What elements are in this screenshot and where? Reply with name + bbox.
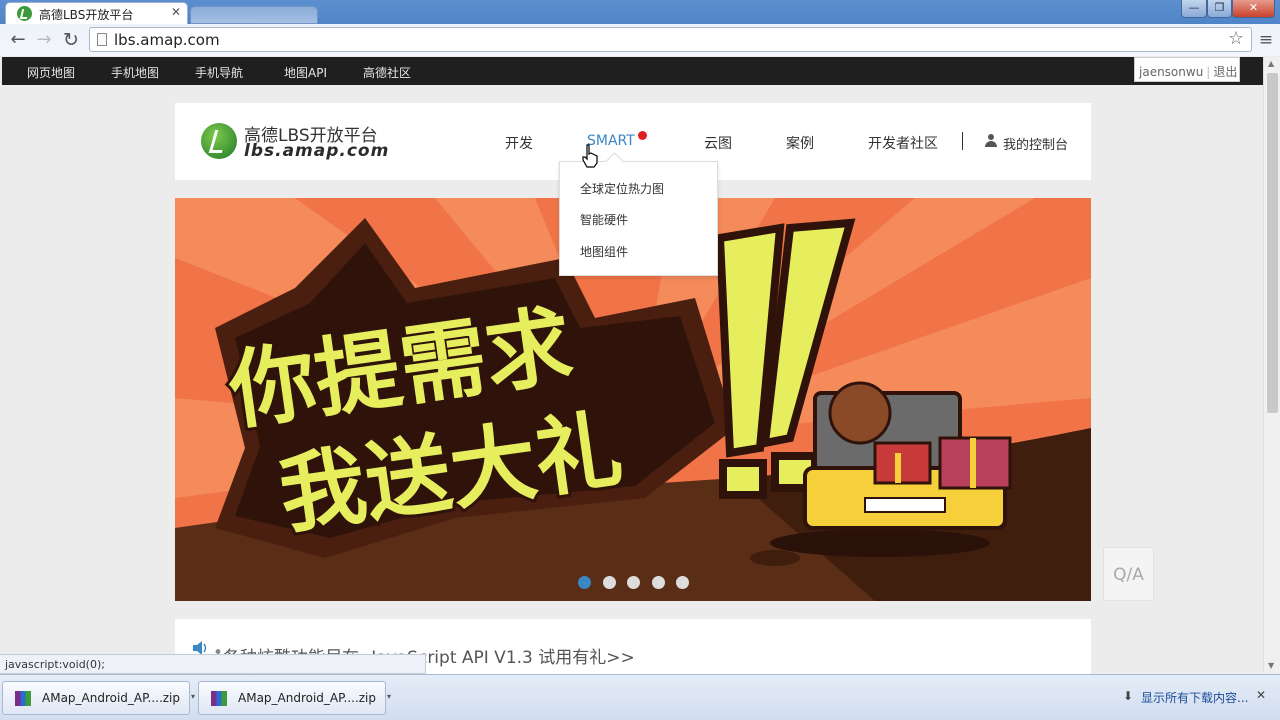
- download-item-1[interactable]: AMap_Android_AP....zip ▾: [2, 681, 195, 715]
- reload-icon[interactable]: ↻: [59, 28, 83, 52]
- scroll-thumb[interactable]: [1267, 73, 1278, 413]
- carousel-dot[interactable]: [627, 576, 640, 589]
- scroll-up-icon[interactable]: ▲: [1268, 59, 1274, 68]
- window-maximize-button[interactable]: ❐: [1207, 0, 1232, 18]
- window-close-button[interactable]: ✕: [1232, 0, 1275, 18]
- qa-button[interactable]: Q/A: [1103, 547, 1154, 601]
- bookmark-star-icon[interactable]: ☆: [1228, 28, 1244, 49]
- topbar-link-mobile-map[interactable]: 手机地图: [111, 64, 159, 81]
- archive-file-icon: [15, 691, 31, 706]
- archive-file-icon: [211, 691, 227, 706]
- user-box: jaensonwu | 退出: [1134, 57, 1240, 82]
- username-link[interactable]: jaensonwu: [1139, 65, 1203, 79]
- tab-active[interactable]: 高德LBS开放平台 ✕: [5, 2, 188, 24]
- nav-dev-community[interactable]: 开发者社区: [868, 133, 938, 153]
- tab-close-icon[interactable]: ✕: [171, 5, 181, 19]
- nav-develop[interactable]: 开发: [505, 133, 533, 153]
- carousel-dot[interactable]: [651, 576, 665, 589]
- back-arrow-icon[interactable]: ←: [6, 28, 30, 52]
- tab-title: 高德LBS开放平台: [39, 8, 134, 22]
- browser-menu-icon[interactable]: ≡: [1254, 28, 1278, 52]
- carousel-dot[interactable]: [578, 576, 591, 589]
- page-scrollbar[interactable]: ▲ ▼: [1263, 57, 1280, 672]
- forward-arrow-icon[interactable]: →: [32, 28, 56, 52]
- user-separator: |: [1206, 65, 1211, 79]
- logo-domain[interactable]: lbs.amap.com: [244, 141, 389, 161]
- download-filename: AMap_Android_AP....zip: [238, 691, 377, 705]
- scroll-down-icon[interactable]: ▼: [1268, 661, 1274, 670]
- browser-toolbar: ← → ↻ lbs.amap.com ☆ ≡: [0, 24, 1280, 56]
- page-icon: [97, 33, 107, 46]
- download-arrow-icon: ⬇: [1123, 689, 1134, 703]
- download-item-2[interactable]: AMap_Android_AP....zip ▾: [198, 681, 391, 715]
- topbar-link-web-map[interactable]: 网页地图: [27, 64, 75, 81]
- window-minimize-button[interactable]: —: [1181, 0, 1207, 18]
- address-url[interactable]: lbs.amap.com: [114, 31, 220, 49]
- dropdown-item-map-components[interactable]: 地图组件: [580, 243, 628, 260]
- hand-cursor-icon: [582, 144, 598, 168]
- topbar-link-map-api[interactable]: 地图API: [284, 64, 327, 81]
- download-shelf-close-icon[interactable]: ✕: [1256, 688, 1266, 702]
- dropdown-item-smart-hardware[interactable]: 智能硬件: [580, 211, 628, 228]
- speaker-icon: [193, 641, 207, 655]
- topbar-link-community[interactable]: 高德社区: [363, 64, 411, 81]
- amap-logo-icon[interactable]: [201, 123, 237, 159]
- topbar-link-mobile-nav[interactable]: 手机导航: [195, 64, 243, 81]
- new-tab-button[interactable]: [190, 6, 318, 24]
- user-icon: [985, 134, 997, 148]
- carousel-dot[interactable]: [602, 576, 616, 589]
- nav-my-console[interactable]: 我的控制台: [1003, 134, 1068, 153]
- address-bar[interactable]: lbs.amap.com ☆: [89, 27, 1252, 52]
- download-options-chevron-icon[interactable]: ▾: [383, 682, 395, 716]
- nav-divider: [962, 132, 963, 150]
- nav-cases[interactable]: 案例: [786, 133, 814, 153]
- status-bar: javascript:void(0);: [0, 654, 426, 674]
- browser-chrome: 高德LBS开放平台 ✕ — ❐ ✕ ← → ↻ lbs.amap.com ☆ ≡: [0, 0, 1280, 56]
- new-badge-dot: [638, 131, 647, 140]
- site-topbar: 网页地图 手机地图 手机导航 地图API 高德社区: [2, 57, 1263, 85]
- nav-cloud-map[interactable]: 云图: [704, 133, 732, 153]
- logout-link[interactable]: 退出: [1213, 65, 1237, 79]
- dropdown-item-heatmap[interactable]: 全球定位热力图: [580, 180, 664, 197]
- download-shelf: AMap_Android_AP....zip ▾ AMap_Android_AP…: [0, 674, 1280, 720]
- show-all-downloads-link[interactable]: 显示所有下载内容...: [1141, 689, 1248, 706]
- amap-favicon-icon: [17, 6, 32, 21]
- download-filename: AMap_Android_AP....zip: [42, 691, 181, 705]
- carousel-dot[interactable]: [676, 576, 689, 589]
- smart-dropdown-menu: 全球定位热力图 智能硬件 地图组件: [559, 161, 718, 276]
